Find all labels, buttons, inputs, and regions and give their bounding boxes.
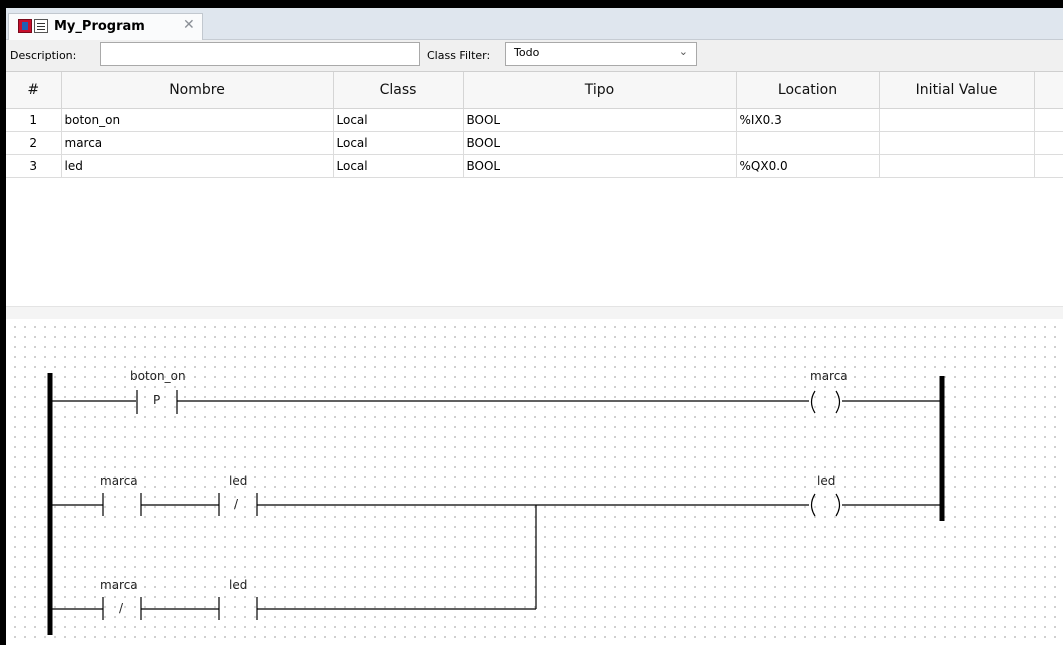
cell-tipo[interactable]: BOOL bbox=[462, 131, 737, 155]
cell-extra bbox=[1033, 108, 1063, 132]
cell-initial-value[interactable] bbox=[878, 108, 1035, 132]
table-header-row: # Nombre Class Tipo Location Initial Val… bbox=[6, 72, 1063, 109]
cell-extra bbox=[1033, 154, 1063, 178]
cell-class[interactable]: Local bbox=[332, 154, 464, 178]
ladder-diagram bbox=[47, 373, 945, 635]
contact-led-modifier: / bbox=[234, 497, 239, 511]
class-filter-label: Class Filter: bbox=[427, 49, 491, 62]
contact-marca-negated-label: marca bbox=[100, 578, 138, 592]
contact-boton-on-modifier: P bbox=[153, 393, 161, 407]
contact-marca-label: marca bbox=[100, 474, 138, 488]
description-input[interactable] bbox=[100, 42, 420, 66]
rung-1 bbox=[50, 390, 942, 414]
cell-nombre[interactable]: led bbox=[60, 154, 334, 178]
cell-extra bbox=[1033, 131, 1063, 155]
rung-2 bbox=[50, 493, 942, 517]
close-icon[interactable]: ✕ bbox=[183, 17, 195, 33]
tab-my-program[interactable]: My_Program ✕ bbox=[8, 13, 203, 40]
program-icon bbox=[18, 19, 32, 33]
cell-initial-value[interactable] bbox=[878, 154, 1035, 178]
class-filter-value: Todo bbox=[514, 46, 540, 59]
cell-location[interactable]: %IX0.3 bbox=[735, 108, 880, 132]
ladder-icon bbox=[34, 19, 48, 33]
cell-nombre[interactable]: boton_on bbox=[60, 108, 334, 132]
filter-bar: Description: Class Filter: Todo ⌄ bbox=[6, 40, 1063, 72]
coil-led[interactable] bbox=[810, 493, 841, 517]
coil-marca[interactable] bbox=[810, 390, 841, 414]
contact-led[interactable] bbox=[218, 597, 258, 620]
cell-location[interactable]: %QX0.0 bbox=[735, 154, 880, 178]
contact-led-no-label: led bbox=[229, 578, 248, 592]
table-row[interactable]: 1 boton_on Local BOOL %IX0.3 bbox=[6, 108, 1063, 132]
chevron-down-icon: ⌄ bbox=[678, 45, 688, 58]
cell-class[interactable]: Local bbox=[332, 108, 464, 132]
column-header-initial-value[interactable]: Initial Value bbox=[878, 72, 1035, 109]
contact-boton-on-label: boton_on bbox=[130, 369, 186, 383]
variables-table: # Nombre Class Tipo Location Initial Val… bbox=[6, 72, 1063, 178]
cell-initial-value[interactable] bbox=[878, 131, 1035, 155]
ladder-diagram-canvas[interactable]: boton_on P marca marca led / led marca /… bbox=[6, 319, 1063, 645]
row-number: 2 bbox=[6, 131, 62, 155]
tab-bar: My_Program ✕ bbox=[6, 8, 1063, 40]
contact-led-label: led bbox=[229, 474, 248, 488]
table-row[interactable]: 3 led Local BOOL %QX0.0 bbox=[6, 154, 1063, 178]
column-header-nombre[interactable]: Nombre bbox=[60, 72, 334, 109]
cell-tipo[interactable]: BOOL bbox=[462, 108, 737, 132]
column-header-class[interactable]: Class bbox=[332, 72, 464, 109]
cell-class[interactable]: Local bbox=[332, 131, 464, 155]
tab-title: My_Program bbox=[54, 19, 145, 34]
contact-marca[interactable] bbox=[102, 493, 142, 516]
table-row[interactable]: 2 marca Local BOOL bbox=[6, 131, 1063, 155]
contact-marca-modifier: / bbox=[119, 601, 124, 615]
cell-location[interactable] bbox=[735, 131, 880, 155]
column-header-location[interactable]: Location bbox=[735, 72, 880, 109]
column-header-num[interactable]: # bbox=[6, 72, 62, 109]
description-label: Description: bbox=[10, 49, 77, 62]
column-header-extra bbox=[1033, 72, 1063, 109]
pane-splitter[interactable] bbox=[6, 306, 1063, 319]
column-header-tipo[interactable]: Tipo bbox=[462, 72, 737, 109]
coil-led-label: led bbox=[817, 474, 836, 488]
row-number: 3 bbox=[6, 154, 62, 178]
cell-tipo[interactable]: BOOL bbox=[462, 154, 737, 178]
row-number: 1 bbox=[6, 108, 62, 132]
class-filter-select[interactable]: Todo ⌄ bbox=[505, 42, 697, 66]
cell-nombre[interactable]: marca bbox=[60, 131, 334, 155]
coil-marca-label: marca bbox=[810, 369, 848, 383]
program-editor: My_Program ✕ Description: Class Filter: … bbox=[6, 8, 1063, 645]
